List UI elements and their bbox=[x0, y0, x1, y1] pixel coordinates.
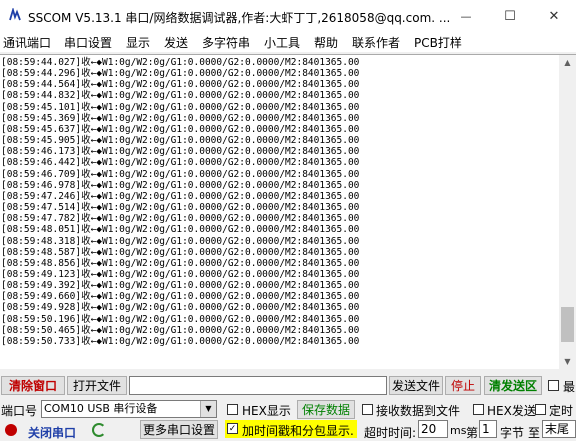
app-icon bbox=[8, 8, 22, 22]
log-line: [08:59:48.587]收←◆W1:0g/W2:0g/G1:0.0000/G… bbox=[1, 246, 360, 258]
log-lines: [08:59:44.027]收←◆W1:0g/W2:0g/G1:0.0000/G… bbox=[1, 57, 359, 347]
byte-prefix-label: 第 bbox=[466, 426, 479, 440]
stop-label: 停止 bbox=[450, 379, 475, 393]
log-line: [08:59:49.392]收←◆W1:0g/W2:0g/G1:0.0000/G… bbox=[1, 280, 360, 292]
log-line: [08:59:46.709]收←◆W1:0g/W2:0g/G1:0.0000/G… bbox=[1, 168, 360, 180]
log-line: [08:59:49.928]收←◆W1:0g/W2:0g/G1:0.0000/G… bbox=[1, 302, 360, 314]
log-line: [08:59:49.123]收←◆W1:0g/W2:0g/G1:0.0000/G… bbox=[1, 268, 360, 280]
close-icon: ✕ bbox=[548, 8, 560, 24]
receive-log[interactable]: [08:59:44.027]收←◆W1:0g/W2:0g/G1:0.0000/G… bbox=[0, 54, 559, 369]
port-status-icon bbox=[5, 424, 17, 436]
send-file-label: 发送文件 bbox=[391, 379, 440, 393]
timeout-unit-label: ms bbox=[450, 424, 467, 437]
last-checkbox[interactable] bbox=[548, 380, 559, 391]
clear-window-button[interactable]: 清除窗口 bbox=[1, 376, 65, 395]
clear-window-label: 清除窗口 bbox=[8, 379, 57, 393]
more-port-settings-label: 更多串口设置 bbox=[142, 423, 215, 437]
maximize-button[interactable]: ☐ bbox=[488, 0, 532, 32]
log-line: [08:59:44.027]收←◆W1:0g/W2:0g/G1:0.0000/G… bbox=[1, 57, 360, 68]
timed-send-checkbox[interactable] bbox=[535, 404, 546, 415]
menu-tools[interactable]: 小工具 bbox=[264, 34, 300, 51]
more-port-settings-button[interactable]: 更多串口设置 bbox=[140, 420, 218, 439]
send-file-button[interactable]: 发送文件 bbox=[389, 376, 443, 395]
log-line: [08:59:45.905]收←◆W1:0g/W2:0g/G1:0.0000/G… bbox=[1, 135, 360, 147]
end-select-value: 末尾 bbox=[545, 422, 570, 436]
log-line: [08:59:46.173]收←◆W1:0g/W2:0g/G1:0.0000/G… bbox=[1, 146, 360, 158]
menu-bar: 通讯端口 串口设置 显示 发送 多字符串 小工具 帮助 联系作者 PCB打样 bbox=[0, 32, 576, 52]
save-to-file-checkbox[interactable] bbox=[362, 404, 373, 415]
log-line: [08:59:49.660]收←◆W1:0g/W2:0g/G1:0.0000/G… bbox=[1, 291, 360, 303]
timestamp-checkbox[interactable]: ✓ bbox=[227, 423, 238, 434]
log-line: [08:59:45.101]收←◆W1:0g/W2:0g/G1:0.0000/G… bbox=[1, 101, 360, 113]
minimize-button[interactable]: — bbox=[444, 0, 488, 32]
save-data-label: 保存数据 bbox=[301, 403, 350, 417]
timed-send-label: 定时 bbox=[549, 404, 574, 418]
scrollbar-thumb[interactable] bbox=[561, 307, 574, 342]
log-line: [08:59:50.733]收←◆W1:0g/W2:0g/G1:0.0000/G… bbox=[1, 335, 360, 347]
hex-display-label: HEX显示 bbox=[242, 404, 291, 418]
log-line: [08:59:46.442]收←◆W1:0g/W2:0g/G1:0.0000/G… bbox=[1, 157, 360, 169]
timeout-input[interactable]: 20 bbox=[418, 420, 448, 438]
log-line: [08:59:50.196]收←◆W1:0g/W2:0g/G1:0.0000/G… bbox=[1, 313, 360, 325]
close-button[interactable]: ✕ bbox=[532, 0, 576, 32]
open-file-label: 打开文件 bbox=[72, 379, 121, 393]
log-line: [08:59:44.832]收←◆W1:0g/W2:0g/G1:0.0000/G… bbox=[1, 90, 360, 102]
log-line: [08:59:47.514]收←◆W1:0g/W2:0g/G1:0.0000/G… bbox=[1, 202, 360, 214]
port-label: 端口号 bbox=[1, 404, 38, 418]
save-data-button[interactable]: 保存数据 bbox=[297, 400, 355, 419]
menu-send[interactable]: 发送 bbox=[164, 34, 188, 51]
scroll-down-arrow-icon[interactable]: ▼ bbox=[559, 354, 576, 369]
byte-label: 字节 bbox=[500, 426, 525, 440]
hex-send-checkbox[interactable] bbox=[473, 404, 484, 415]
log-line: [08:59:45.637]收←◆W1:0g/W2:0g/G1:0.0000/G… bbox=[1, 123, 360, 135]
log-line: [08:59:47.782]收←◆W1:0g/W2:0g/G1:0.0000/G… bbox=[1, 213, 360, 225]
scroll-up-arrow-icon[interactable]: ▲ bbox=[559, 55, 576, 70]
timeout-label: 超时时间: bbox=[364, 426, 417, 440]
log-scrollbar[interactable]: ▲ ▼ bbox=[559, 54, 576, 369]
stop-button[interactable]: 停止 bbox=[445, 376, 481, 395]
menu-multi-string[interactable]: 多字符串 bbox=[202, 34, 250, 51]
log-line: [08:59:47.246]收←◆W1:0g/W2:0g/G1:0.0000/G… bbox=[1, 190, 360, 202]
clear-send-label: 清发送区 bbox=[488, 379, 537, 393]
hex-send-label: HEX发送 bbox=[487, 404, 536, 418]
byte-index-input[interactable]: 1 bbox=[479, 420, 497, 438]
menu-port-settings[interactable]: 串口设置 bbox=[64, 34, 112, 51]
menu-pcb[interactable]: PCB打样 bbox=[414, 34, 462, 51]
log-line: [08:59:44.564]收←◆W1:0g/W2:0g/G1:0.0000/G… bbox=[1, 79, 360, 91]
title-bar: SSCOM V5.13.1 串口/网络数据调试器,作者:大虾丁丁,2618058… bbox=[0, 0, 576, 32]
port-select-value: COM10 USB 串行设备 bbox=[44, 402, 158, 415]
menu-contact[interactable]: 联系作者 bbox=[352, 34, 400, 51]
log-line: [08:59:50.465]收←◆W1:0g/W2:0g/G1:0.0000/G… bbox=[1, 324, 360, 336]
to-label: 至 bbox=[528, 426, 541, 440]
end-select[interactable]: 末尾 bbox=[542, 420, 576, 438]
minimize-icon: — bbox=[460, 9, 472, 23]
clear-send-button[interactable]: 清发送区 bbox=[484, 376, 542, 395]
log-line: [08:59:48.318]收←◆W1:0g/W2:0g/G1:0.0000/G… bbox=[1, 235, 360, 247]
log-line: [08:59:48.856]收←◆W1:0g/W2:0g/G1:0.0000/G… bbox=[1, 257, 360, 269]
log-line: [08:59:48.051]收←◆W1:0g/W2:0g/G1:0.0000/G… bbox=[1, 224, 360, 236]
menu-help[interactable]: 帮助 bbox=[314, 34, 338, 51]
file-path-input[interactable] bbox=[129, 376, 387, 395]
maximize-icon: ☐ bbox=[504, 8, 516, 24]
save-to-file-label: 接收数据到文件 bbox=[376, 404, 461, 418]
log-line: [08:59:45.369]收←◆W1:0g/W2:0g/G1:0.0000/G… bbox=[1, 112, 360, 124]
timestamp-label: 加时间戳和分包显示. bbox=[242, 424, 354, 438]
refresh-icon[interactable] bbox=[92, 423, 106, 437]
hex-display-checkbox[interactable] bbox=[227, 404, 238, 415]
timestamp-option[interactable]: ✓ 加时间戳和分包显示. bbox=[225, 420, 357, 438]
close-port-button[interactable]: 关闭串口 bbox=[28, 424, 76, 441]
window-title: SSCOM V5.13.1 串口/网络数据调试器,作者:大虾丁丁,2618058… bbox=[28, 11, 451, 25]
chevron-down-icon[interactable]: ▼ bbox=[200, 401, 216, 417]
port-select[interactable]: COM10 USB 串行设备 ▼ bbox=[41, 400, 217, 418]
log-line: [08:59:46.978]收←◆W1:0g/W2:0g/G1:0.0000/G… bbox=[1, 179, 360, 191]
last-label: 最 bbox=[563, 380, 576, 394]
log-line: [08:59:44.296]收←◆W1:0g/W2:0g/G1:0.0000/G… bbox=[1, 68, 360, 80]
menu-comm-port[interactable]: 通讯端口 bbox=[3, 34, 51, 51]
menu-display[interactable]: 显示 bbox=[126, 34, 150, 51]
open-file-button[interactable]: 打开文件 bbox=[67, 376, 127, 395]
